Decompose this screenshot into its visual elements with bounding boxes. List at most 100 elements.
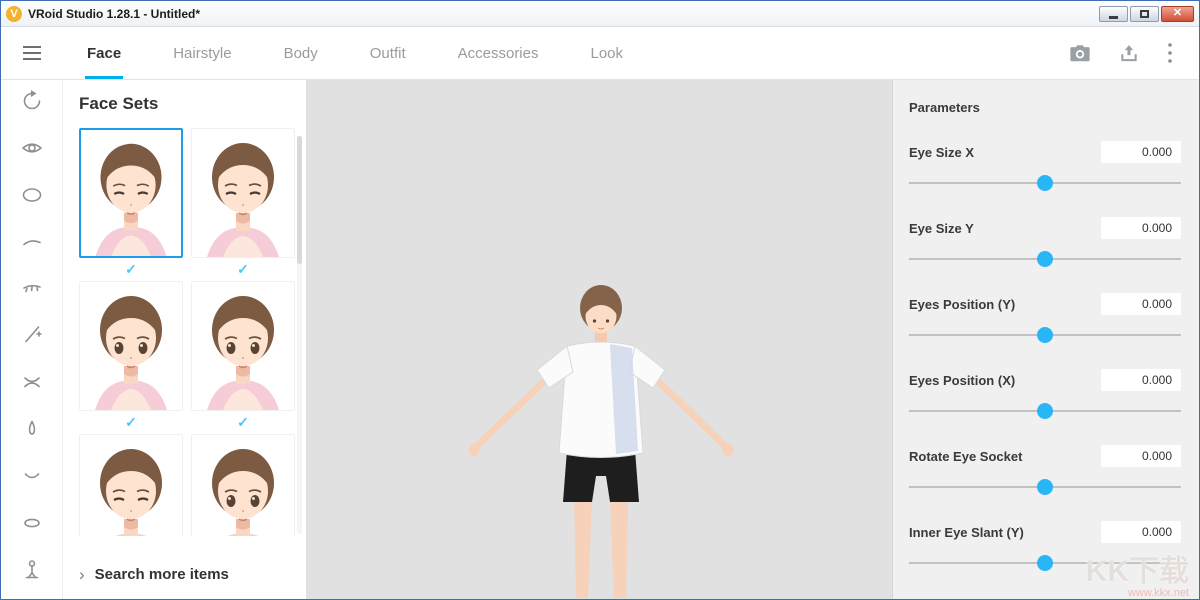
tab-hairstyle[interactable]: Hairstyle xyxy=(171,27,233,79)
face-sets-grid: ✓ xyxy=(79,128,306,536)
eye-tool-icon[interactable] xyxy=(19,135,45,161)
parameter-value-input[interactable]: 0.000 xyxy=(1101,521,1181,543)
makeup-brush-tool-icon[interactable] xyxy=(19,322,45,348)
mouth-curve-tool-icon[interactable] xyxy=(19,463,45,489)
parameter-value-input[interactable]: 0.000 xyxy=(1101,445,1181,467)
panel-scrollbar[interactable] xyxy=(297,136,302,534)
eyebrow-tool-icon[interactable] xyxy=(19,229,45,255)
tab-face[interactable]: Face xyxy=(85,27,123,79)
body-stand-tool-icon[interactable] xyxy=(19,557,45,583)
parameter-value-input[interactable]: 0.000 xyxy=(1101,217,1181,239)
face-preview-image xyxy=(192,435,294,536)
slider-thumb[interactable] xyxy=(1037,479,1053,495)
face-thumbnail xyxy=(191,281,295,411)
parameter-slider[interactable] xyxy=(909,251,1181,267)
face-set-item[interactable]: ✓ xyxy=(191,128,295,281)
content-area: Face Sets xyxy=(1,80,1199,599)
rotate-tool-icon[interactable] xyxy=(19,88,45,114)
tab-label: Accessories xyxy=(458,45,539,62)
tab-label: Body xyxy=(284,45,318,62)
parameter-label: Eye Size X xyxy=(909,145,974,160)
tab-body[interactable]: Body xyxy=(282,27,320,79)
search-more-label: Search more items xyxy=(95,566,229,583)
slider-thumb[interactable] xyxy=(1037,555,1053,571)
parameter-row: Eyes Position (Y) 0.000 xyxy=(909,293,1181,343)
face-set-item[interactable] xyxy=(79,434,183,536)
panel-title: Face Sets xyxy=(79,94,306,114)
minimize-button[interactable] xyxy=(1099,6,1128,22)
parameter-sliders: Eye Size X 0.000 Eye Size Y 0.000 Eyes P… xyxy=(909,141,1181,571)
parameter-label: Eyes Position (Y) xyxy=(909,297,1015,312)
scrollbar-thumb[interactable] xyxy=(297,136,302,264)
window-title: VRoid Studio 1.28.1 - Untitled* xyxy=(28,7,200,21)
face-thumbnail xyxy=(191,128,295,258)
face-thumbnail xyxy=(79,281,183,411)
parameter-value-input[interactable]: 0.000 xyxy=(1101,293,1181,315)
parameter-label: Rotate Eye Socket xyxy=(909,449,1022,464)
face-preview-image xyxy=(81,130,181,256)
face-contour-tool-icon[interactable] xyxy=(19,182,45,208)
parameter-row: Inner Eye Slant (Y) 0.000 xyxy=(909,521,1181,571)
face-thumbnail xyxy=(79,434,183,536)
check-icon: ✓ xyxy=(191,411,295,434)
eyelash-tool-icon[interactable] xyxy=(19,276,45,302)
titlebar: V VRoid Studio 1.28.1 - Untitled* ✕ xyxy=(1,1,1199,27)
window-controls: ✕ xyxy=(1099,6,1194,22)
parameter-value-input[interactable]: 0.000 xyxy=(1101,141,1181,163)
parameter-slider[interactable] xyxy=(909,555,1181,571)
face-preview-image xyxy=(192,129,294,257)
face-thumbnail xyxy=(191,434,295,536)
face-sets-panel: Face Sets xyxy=(63,80,307,599)
parameters-title: Parameters xyxy=(909,100,1181,115)
export-icon[interactable] xyxy=(1119,43,1139,63)
parameter-slider[interactable] xyxy=(909,175,1181,191)
more-menu-icon[interactable] xyxy=(1167,42,1173,64)
face-preview-image xyxy=(80,282,182,410)
search-more-items-link[interactable]: › Search more items xyxy=(79,566,229,583)
parameter-label: Eye Size Y xyxy=(909,221,974,236)
camera-icon[interactable] xyxy=(1069,44,1091,63)
parameter-slider[interactable] xyxy=(909,479,1181,495)
minimize-icon xyxy=(1109,16,1118,19)
viewport-3d[interactable] xyxy=(307,80,892,599)
nose-tool-icon[interactable] xyxy=(19,416,45,442)
character-model xyxy=(450,280,750,598)
parameter-slider[interactable] xyxy=(909,327,1181,343)
check-icon: ✓ xyxy=(79,258,183,281)
parameter-label: Inner Eye Slant (Y) xyxy=(909,525,1024,540)
hamburger-menu-button[interactable] xyxy=(1,27,63,79)
check-icon: ✓ xyxy=(79,411,183,434)
nav-actions xyxy=(1069,27,1199,79)
face-preview-image xyxy=(80,435,182,536)
top-navbar: Face Hairstyle Body Outfit Accessories Look xyxy=(1,27,1199,80)
parameters-panel: Parameters Eye Size X 0.000 Eye Size Y 0… xyxy=(892,80,1199,599)
app-logo-icon: V xyxy=(6,6,22,22)
close-button[interactable]: ✕ xyxy=(1161,6,1194,22)
tab-accessories[interactable]: Accessories xyxy=(456,27,541,79)
tab-look[interactable]: Look xyxy=(588,27,625,79)
tab-label: Hairstyle xyxy=(173,45,231,62)
maximize-icon xyxy=(1140,10,1149,18)
tab-outfit[interactable]: Outfit xyxy=(368,27,408,79)
chevron-right-icon: › xyxy=(79,566,85,583)
lashes-tool-icon[interactable] xyxy=(19,369,45,395)
slider-thumb[interactable] xyxy=(1037,251,1053,267)
face-set-item[interactable]: ✓ xyxy=(79,281,183,434)
face-set-item[interactable] xyxy=(191,434,295,536)
maximize-button[interactable] xyxy=(1130,6,1159,22)
hamburger-icon xyxy=(23,46,41,48)
tab-label: Look xyxy=(590,45,623,62)
slider-thumb[interactable] xyxy=(1037,327,1053,343)
face-tool-sidebar xyxy=(1,80,63,599)
face-preview-image xyxy=(192,282,294,410)
face-set-item[interactable]: ✓ xyxy=(191,281,295,434)
slider-thumb[interactable] xyxy=(1037,403,1053,419)
face-set-item[interactable]: ✓ xyxy=(79,128,183,281)
lips-tool-icon[interactable] xyxy=(19,510,45,536)
app-window: V VRoid Studio 1.28.1 - Untitled* ✕ Face… xyxy=(0,0,1200,600)
parameter-slider[interactable] xyxy=(909,403,1181,419)
slider-thumb[interactable] xyxy=(1037,175,1053,191)
parameter-row: Eye Size Y 0.000 xyxy=(909,217,1181,267)
parameter-value-input[interactable]: 0.000 xyxy=(1101,369,1181,391)
tab-label: Outfit xyxy=(370,45,406,62)
